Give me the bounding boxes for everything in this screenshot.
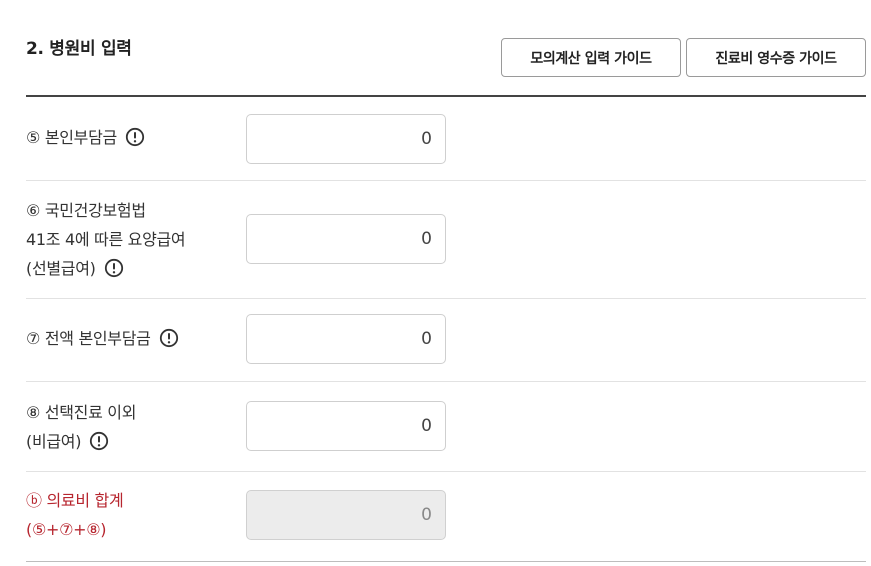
exclamation-circle-icon[interactable] [89, 431, 109, 451]
selective-benefit-input[interactable] [246, 214, 446, 264]
medical-total-input [246, 490, 446, 540]
row-label: ⑧ 선택진료 이외 (비급여) [26, 398, 136, 456]
row-label-line: ⑧ 선택진료 이외 [26, 403, 137, 422]
row-label: ⑥ 국민건강보험법 41조 4에 따른 요양급여 (선별급여) [26, 196, 186, 283]
form-row-non-covered: ⑧ 선택진료 이외 (비급여) [26, 382, 866, 472]
form-row-selective-benefit: ⑥ 국민건강보험법 41조 4에 따른 요양급여 (선별급여) [26, 181, 866, 299]
non-covered-input[interactable] [246, 401, 446, 451]
row-label-line: ⓑ 의료비 합계 [26, 491, 124, 510]
row-label-line: (⑤+⑦+⑧) [26, 520, 107, 539]
row-label-line: (비급여) [26, 427, 136, 456]
receipt-guide-button[interactable]: 진료비 영수증 가이드 [686, 38, 866, 77]
row-label-line: ⑥ 국민건강보험법 [26, 201, 146, 220]
form-row-copayment: ⑤ 본인부담금 [26, 97, 866, 181]
row-label: ⑤ 본인부담금 [26, 123, 145, 152]
row-label: ⓑ 의료비 합계 (⑤+⑦+⑧) [26, 486, 124, 544]
exclamation-circle-icon[interactable] [159, 328, 179, 348]
form-row-medical-total: ⓑ 의료비 합계 (⑤+⑦+⑧) [26, 472, 866, 562]
row-label-line: 41조 4에 따른 요양급여 [26, 230, 186, 249]
row-label: ⑦ 전액 본인부담금 [26, 324, 179, 353]
row-label-line: (선별급여) [26, 254, 185, 283]
exclamation-circle-icon[interactable] [104, 258, 124, 278]
copayment-input[interactable] [246, 114, 446, 164]
form-row-full-copayment: ⑦ 전액 본인부담금 [26, 299, 866, 382]
section-title: 2. 병원비 입력 [26, 39, 132, 59]
hospital-cost-section: 2. 병원비 입력 모의계산 입력 가이드 진료비 영수증 가이드 ⑤ 본인부담… [0, 0, 871, 566]
exclamation-circle-icon[interactable] [125, 127, 145, 147]
row-label-line: ⑦ 전액 본인부담금 [26, 324, 179, 353]
mock-calc-guide-button[interactable]: 모의계산 입력 가이드 [501, 38, 681, 77]
full-copayment-input[interactable] [246, 314, 446, 364]
row-label-line: ⑤ 본인부담금 [26, 123, 145, 152]
